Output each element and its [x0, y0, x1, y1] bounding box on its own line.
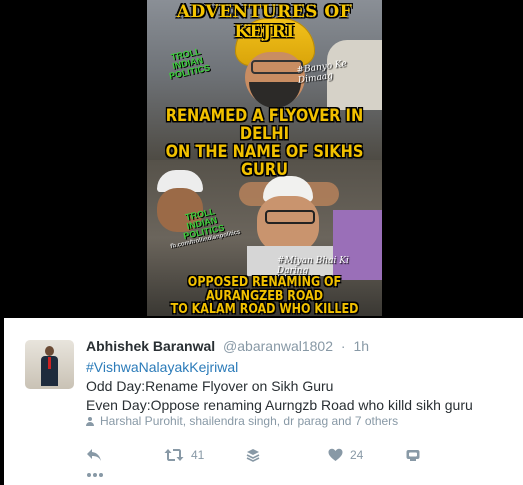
tweet-media[interactable]: ADVENTURES OF KEJRI TROLL INDIAN POLITIC… — [0, 0, 523, 316]
tweet-line: Even Day:Oppose renaming Aurngzb Road wh… — [86, 397, 473, 413]
glasses-figure — [265, 210, 315, 224]
caption-line: TO KALAM ROAD WHO KILLED SIKHS GURU — [170, 302, 359, 316]
like-count: 24 — [350, 448, 364, 462]
meme-title: ADVENTURES OF KEJRI — [176, 2, 353, 42]
retweet-button[interactable]: 41 — [164, 446, 204, 464]
tweet-actions: 41 24 — [86, 446, 506, 477]
person-icon — [86, 417, 94, 426]
avatar[interactable] — [25, 340, 74, 389]
beard-figure — [249, 82, 301, 108]
meme-caption-top: RENAMED A FLYOVER IN DELHI ON THE NAME O… — [163, 106, 365, 180]
meme-caption-bottom: OPPOSED RENAMING OF AURANGZEB ROAD TO KA… — [163, 276, 365, 316]
tweet-line: Odd Day:Rename Flyover on Sikh Guru — [86, 378, 334, 394]
social-context-text: Harshal Purohit, shailendra singh, dr pa… — [100, 414, 399, 428]
tweet-text: #VishwaNalayakKejriwal Odd Day:Rename Fl… — [86, 358, 473, 415]
reply-button[interactable] — [86, 446, 102, 464]
separator: · — [340, 338, 346, 354]
tweet-timestamp[interactable]: 1h — [353, 338, 369, 354]
tweet-header: Abhishek Baranwal @abaranwal1802 · 1h — [86, 338, 369, 354]
retweet-icon — [164, 448, 184, 462]
caption-line: RENAMED A FLYOVER IN DELHI — [165, 106, 364, 144]
meme-image[interactable]: ADVENTURES OF KEJRI TROLL INDIAN POLITIC… — [147, 0, 382, 316]
social-context[interactable]: Harshal Purohit, shailendra singh, dr pa… — [86, 414, 398, 428]
more-dots-icon — [86, 472, 104, 478]
avatar-head — [45, 346, 54, 356]
author-name[interactable]: Abhishek Baranwal — [86, 338, 215, 354]
author-username[interactable]: @abaranwal1802 — [223, 338, 333, 354]
retweet-count: 41 — [191, 448, 205, 462]
caption-line: OPPOSED RENAMING OF AURANGZEB ROAD — [187, 275, 342, 304]
extension-button[interactable] — [406, 446, 420, 464]
buffer-stack-icon — [246, 448, 260, 462]
hashtag-link[interactable]: #VishwaNalayakKejriwal — [86, 358, 473, 377]
caption-line: ON THE NAME OF SIKHS GURU — [165, 141, 364, 180]
more-button[interactable] — [86, 466, 104, 484]
tweet-card[interactable]: Abhishek Baranwal @abaranwal1802 · 1h #V… — [4, 318, 523, 485]
face-figure — [257, 196, 319, 252]
avatar-tie — [48, 357, 51, 369]
buffer-button[interactable] — [246, 446, 260, 464]
reply-icon — [86, 448, 102, 462]
extension-icon — [406, 449, 420, 461]
heart-icon — [328, 448, 343, 462]
like-button[interactable]: 24 — [328, 446, 363, 464]
meme-scribble: #Miyan Bhai Ki Daring — [277, 256, 349, 276]
